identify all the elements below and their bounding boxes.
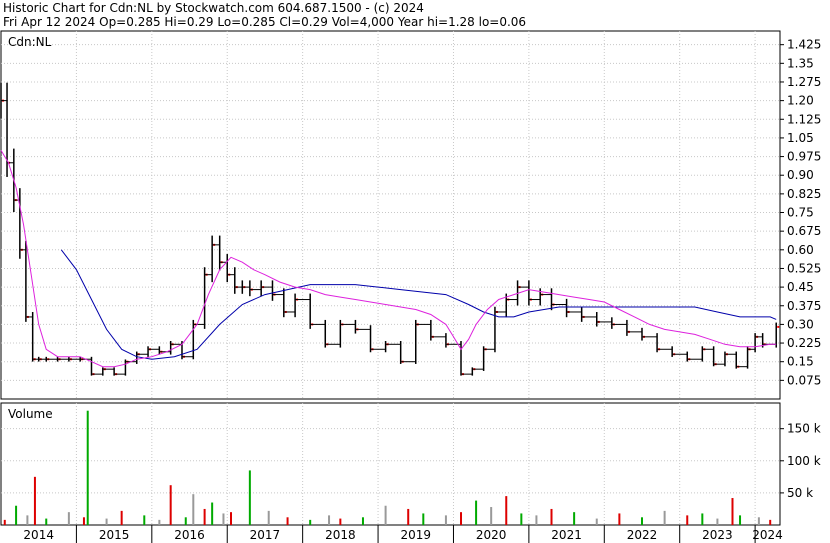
- moving-average-short-line: [0, 150, 777, 368]
- x-tick-label: 2018: [325, 528, 356, 542]
- volume-bars: [3, 410, 772, 525]
- x-tick-label: 2014: [23, 528, 54, 542]
- volume-bar: [422, 513, 425, 525]
- price-tick-label: 0.675: [787, 224, 821, 238]
- price-tick-label: 1.125: [787, 112, 821, 126]
- volume-bar: [769, 519, 772, 525]
- volume-bar: [286, 517, 289, 525]
- volume-bar: [230, 512, 233, 525]
- x-tick-label: 2015: [99, 528, 130, 542]
- volume-bar: [192, 494, 195, 525]
- volume-bar: [328, 515, 331, 525]
- price-tick-label: 0.90: [787, 168, 814, 182]
- symbol-label: Cdn:NL: [8, 35, 52, 49]
- volume-bar: [33, 476, 36, 525]
- volume-bar: [184, 517, 187, 525]
- volume-bar: [15, 505, 18, 525]
- price-tick-label: 1.20: [787, 94, 814, 108]
- price-tick-label: 0.60: [787, 243, 814, 257]
- volume-bar: [267, 510, 270, 525]
- time-axis-ticks: 2014 2015 2016 2017 2018 2019 2020 2021 2022 2023…: [23, 525, 783, 543]
- volume-bar: [407, 508, 410, 525]
- x-tick-label: 2024: [752, 528, 783, 542]
- volume-bar: [573, 512, 576, 525]
- price-bars: [0, 82, 780, 376]
- volume-bar: [595, 518, 598, 525]
- volume-bar: [309, 519, 312, 525]
- volume-bar: [211, 502, 214, 525]
- chart-title: Historic Chart for Cdn:NL by Stockwatch.…: [3, 1, 424, 15]
- price-tick-label: 0.15: [787, 355, 814, 369]
- chart-canvas: 1.425 1.35 1.275 1.20 1.125 1.05 0.975 0.90 0.82…: [0, 30, 821, 543]
- volume-bar: [222, 513, 225, 525]
- grid-lines: [1, 31, 780, 525]
- volume-bar: [460, 512, 463, 525]
- price-tick-label: 0.975: [787, 150, 821, 164]
- price-tick-label: 0.30: [787, 317, 814, 331]
- volume-bar: [731, 498, 734, 525]
- volume-panel-frame: [0, 402, 781, 526]
- volume-bar: [120, 510, 123, 525]
- price-tick-label: 0.225: [787, 336, 821, 350]
- volume-tick-label: 50 k: [787, 486, 813, 500]
- x-tick-label: 2017: [250, 528, 281, 542]
- x-tick-label: 2020: [476, 528, 507, 542]
- price-tick-label: 1.425: [787, 38, 821, 52]
- volume-bar: [444, 515, 447, 525]
- volume-bar: [67, 512, 70, 525]
- price-tick-label: 1.275: [787, 75, 821, 89]
- volume-bar: [701, 513, 704, 525]
- volume-bar: [505, 496, 508, 525]
- volume-bar: [535, 515, 538, 525]
- volume-bar: [640, 517, 643, 525]
- volume-bar: [26, 515, 29, 525]
- price-tick-label: 0.825: [787, 187, 821, 201]
- volume-bar: [158, 519, 161, 525]
- volume-bar: [663, 510, 666, 525]
- price-tick-label: 1.35: [787, 56, 814, 70]
- x-tick-label: 2016: [174, 528, 205, 542]
- volume-bar: [361, 517, 364, 525]
- volume-bar: [203, 508, 206, 525]
- price-tick-label: 0.525: [787, 261, 821, 275]
- volume-tick-label: 100 k: [787, 454, 821, 468]
- x-tick-label: 2021: [551, 528, 582, 542]
- volume-bar: [82, 517, 85, 525]
- volume-bar: [105, 518, 108, 525]
- volume-bar: [618, 513, 621, 525]
- volume-bar: [143, 515, 146, 525]
- volume-bar: [45, 518, 48, 525]
- volume-bar: [490, 507, 493, 525]
- price-tick-label: 0.375: [787, 299, 821, 313]
- volume-bar: [384, 505, 387, 525]
- volume-bar: [739, 515, 742, 525]
- volume-tick-label: 150 k: [787, 422, 821, 436]
- price-tick-label: 0.75: [787, 206, 814, 220]
- price-tick-label: 0.45: [787, 280, 814, 294]
- volume-bar: [3, 519, 6, 525]
- volume-bar: [475, 500, 478, 525]
- price-tick-label: 0.075: [787, 373, 821, 387]
- volume-bar: [339, 518, 342, 525]
- volume-bar: [757, 517, 760, 525]
- volume-bar: [550, 508, 553, 525]
- volume-bar: [248, 470, 251, 525]
- volume-bar: [686, 515, 689, 525]
- quote-summary: Fri Apr 12 2024 Op=0.285 Hi=0.29 Lo=0.28…: [3, 15, 527, 29]
- volume-title: Volume: [8, 407, 53, 421]
- volume-axis-ticks: 150 k 100 k 50 k: [780, 422, 821, 500]
- price-tick-label: 1.05: [787, 131, 814, 145]
- close-dot: [777, 325, 780, 328]
- x-tick-label: 2023: [702, 528, 733, 542]
- volume-bar: [169, 485, 172, 525]
- price-axis-ticks: 1.425 1.35 1.275 1.20 1.125 1.05 0.975 0.90 0.82…: [780, 38, 821, 387]
- x-tick-label: 2019: [400, 528, 431, 542]
- volume-bar: [520, 513, 523, 525]
- volume-bar: [86, 410, 89, 525]
- x-tick-label: 2022: [627, 528, 658, 542]
- volume-bar: [716, 518, 719, 525]
